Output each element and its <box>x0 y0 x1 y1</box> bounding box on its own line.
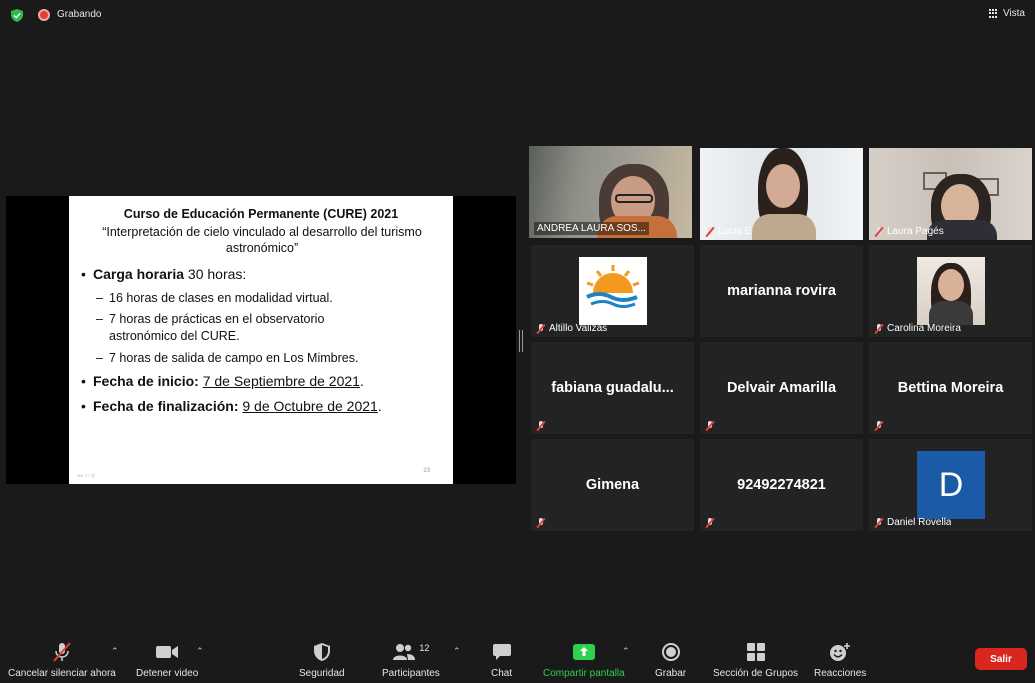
leave-meeting-button[interactable]: Salir <box>975 648 1027 670</box>
meeting-toolbar: Cancelar silenciar ahora ⌃ Detener video… <box>0 634 1035 683</box>
slide-title: Curso de Educación Permanente (CURE) 202… <box>123 207 399 221</box>
participant-photo <box>917 257 985 325</box>
participant-name-tag: Altillo Valizas <box>536 323 607 334</box>
participant-name-tag <box>874 421 884 431</box>
muted-mic-icon <box>874 226 884 237</box>
fin-value: 9 de Octubre de 2021 <box>242 398 378 414</box>
participant-display-name: Bettina Moreira <box>897 380 1004 396</box>
participant-name-tag: Laura Pagés <box>874 226 944 237</box>
muted-mic-icon <box>705 226 715 237</box>
sub-item: 7 horas de salida de campo en Los Mimbre… <box>96 350 429 367</box>
participant-tile[interactable]: ANDREA LAURA SOS... <box>529 146 692 238</box>
view-label: Vista <box>1002 8 1025 19</box>
chat-bubble-icon <box>492 640 512 664</box>
recording-label: Grabando <box>57 9 102 20</box>
participant-name-tag <box>536 421 546 431</box>
carga-label: Carga horaria <box>93 266 185 282</box>
participant-tile[interactable]: 92492274821 <box>700 439 863 531</box>
participant-display-name: marianna rovira <box>727 283 836 299</box>
participant-tile[interactable]: Lucia E <box>700 148 863 240</box>
audio-options-chevron-icon[interactable]: ⌃ <box>111 646 119 657</box>
participants-icon: 12 <box>392 640 429 664</box>
participant-name-tag: Daniel Rovella <box>874 517 951 528</box>
smiley-reaction-icon <box>829 640 851 664</box>
participant-tile[interactable]: Gimena <box>531 439 694 531</box>
sub-item: 16 horas de clases en modalidad virtual. <box>96 290 429 307</box>
muted-mic-icon <box>874 517 884 528</box>
participant-name-tag <box>705 518 715 528</box>
security-shield-icon <box>313 640 331 664</box>
participant-name-tag: Lucia E <box>705 226 751 237</box>
split-view-divider[interactable] <box>518 330 524 352</box>
bullet-fecha-inicio: Fecha de inicio: 7 de Septiembre de 2021… <box>81 373 364 389</box>
inicio-value: 7 de Septiembre de 2021 <box>202 373 360 389</box>
slide-page-number: 23 <box>423 468 430 474</box>
muted-mic-icon <box>705 421 715 431</box>
chat-button[interactable]: Chat <box>491 640 512 679</box>
share-screen-arrow-icon <box>572 640 595 664</box>
recording-icon[interactable] <box>38 9 50 21</box>
view-button[interactable]: Vista <box>988 8 1025 19</box>
muted-mic-icon <box>874 421 884 431</box>
breakout-rooms-button[interactable]: Sección de Grupos <box>713 640 798 679</box>
slide-toolbar-faint: ◂ ▸ ▭ ◎ <box>77 473 96 479</box>
participant-tile[interactable]: D Daniel Rovella <box>869 439 1032 531</box>
record-button[interactable]: Grabar <box>655 640 686 679</box>
stop-video-button[interactable]: Detener video <box>136 640 198 679</box>
participant-display-name: fabiana guadalu... <box>551 380 674 396</box>
muted-microphone-icon <box>51 640 73 664</box>
participant-tile[interactable]: Bettina Moreira <box>869 342 1032 434</box>
encryption-shield-icon[interactable] <box>11 9 23 22</box>
participants-options-chevron-icon[interactable]: ⌃ <box>453 646 461 657</box>
muted-mic-icon <box>536 518 546 528</box>
fin-label: Fecha de finalización: <box>93 398 239 414</box>
participant-logo <box>579 257 647 325</box>
participant-tile[interactable]: Delvair Amarilla <box>700 342 863 434</box>
participant-tile[interactable]: marianna rovira <box>700 245 863 337</box>
carga-value: 30 horas: <box>184 266 247 282</box>
participant-name-tag: ANDREA LAURA SOS... <box>534 222 649 235</box>
participant-name-tag <box>705 421 715 431</box>
muted-mic-icon <box>874 323 884 334</box>
participant-tile[interactable]: Carolina Moreira <box>869 245 1032 337</box>
participants-count: 12 <box>419 643 430 653</box>
participant-tile[interactable]: Laura Pagés <box>869 148 1032 240</box>
participant-display-name: Delvair Amarilla <box>726 380 837 396</box>
video-camera-icon <box>155 640 179 664</box>
presentation-slide: Curso de Educación Permanente (CURE) 202… <box>69 196 453 484</box>
share-screen-button[interactable]: Compartir pantalla <box>543 640 625 679</box>
participants-button[interactable]: 12 Participantes <box>382 640 440 679</box>
top-bar: Grabando Vista <box>0 0 1035 30</box>
reactions-button[interactable]: Reacciones <box>814 640 866 679</box>
participant-name-tag <box>536 518 546 528</box>
participant-display-name: 92492274821 <box>737 477 826 493</box>
security-button[interactable]: Seguridad <box>299 640 345 679</box>
participant-name-tag: Carolina Moreira <box>874 323 961 334</box>
participant-display-name: Gimena <box>585 477 640 493</box>
unmute-button[interactable]: Cancelar silenciar ahora <box>8 640 116 679</box>
muted-mic-icon <box>536 421 546 431</box>
grid-view-icon <box>988 8 999 19</box>
participant-avatar: D <box>917 451 985 519</box>
record-icon <box>661 640 681 664</box>
participant-tile[interactable]: fabiana guadalu... <box>531 342 694 434</box>
bullet-fecha-fin: Fecha de finalización: 9 de Octubre de 2… <box>81 398 382 414</box>
video-options-chevron-icon[interactable]: ⌃ <box>196 646 204 657</box>
muted-mic-icon <box>705 518 715 528</box>
participant-tile[interactable]: Altillo Valizas <box>531 245 694 337</box>
inicio-label: Fecha de inicio: <box>93 373 199 389</box>
share-options-chevron-icon[interactable]: ⌃ <box>622 646 630 657</box>
bullet-carga-horaria: Carga horaria 30 horas: <box>81 266 247 282</box>
sub-item: 7 horas de prácticas en el observatorio … <box>96 311 369 345</box>
muted-mic-icon <box>536 323 546 334</box>
breakout-rooms-grid-icon <box>746 640 766 664</box>
slide-subtitle: “Interpretación de cielo vinculado al de… <box>102 225 422 255</box>
shared-screen[interactable]: Curso de Educación Permanente (CURE) 202… <box>6 196 516 484</box>
